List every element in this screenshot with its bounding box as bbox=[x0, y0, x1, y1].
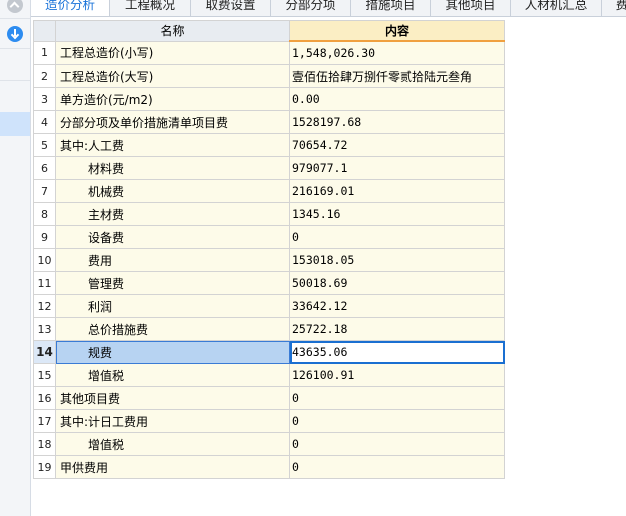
sidebar-divider bbox=[0, 80, 30, 81]
row-number[interactable]: 11 bbox=[33, 271, 56, 295]
name-cell[interactable]: 规费 bbox=[55, 340, 290, 364]
table-row[interactable]: 1 工程总造价(小写) 1,548,026.30 bbox=[33, 40, 505, 65]
row-number[interactable]: 9 bbox=[33, 225, 56, 249]
row-number[interactable]: 4 bbox=[33, 110, 56, 134]
table-row[interactable]: 3 单方造价(元/m2) 0.00 bbox=[33, 87, 505, 111]
content-cell[interactable]: 1,548,026.30 bbox=[289, 40, 505, 65]
content-cell[interactable]: 25722.18 bbox=[289, 317, 505, 341]
name-cell[interactable]: 甲供费用 bbox=[55, 455, 290, 479]
name-cell[interactable]: 材料费 bbox=[55, 156, 290, 180]
table-row[interactable]: 4 分部分项及单价措施清单项目费 1528197.68 bbox=[33, 110, 505, 134]
name-cell[interactable]: 工程总造价(大写) bbox=[55, 64, 290, 88]
content-cell[interactable]: 70654.72 bbox=[289, 133, 505, 157]
table-row[interactable]: 5 其中:人工费 70654.72 bbox=[33, 133, 505, 157]
row-number[interactable]: 8 bbox=[33, 202, 56, 226]
tab-fee-settings[interactable]: 取费设置 bbox=[191, 0, 271, 16]
content-cell[interactable]: 153018.05 bbox=[289, 248, 505, 272]
name-cell[interactable]: 其中:计日工费用 bbox=[55, 409, 290, 433]
row-number[interactable]: 1 bbox=[33, 40, 56, 65]
row-number[interactable]: 14 bbox=[33, 340, 56, 364]
tab-project-overview[interactable]: 工程概况 bbox=[110, 0, 191, 16]
table-row[interactable]: 13 总价措施费 25722.18 bbox=[33, 317, 505, 341]
name-cell[interactable]: 总价措施费 bbox=[55, 317, 290, 341]
left-sidebar bbox=[0, 0, 31, 516]
name-cell[interactable]: 其他项目费 bbox=[55, 386, 290, 410]
row-number[interactable]: 17 bbox=[33, 409, 56, 433]
name-cell[interactable]: 增值税 bbox=[55, 363, 290, 387]
download-icon[interactable] bbox=[7, 26, 23, 42]
name-cell[interactable]: 工程总造价(小写) bbox=[55, 40, 290, 65]
row-number[interactable]: 7 bbox=[33, 179, 56, 203]
table-row[interactable]: 6 材料费 979077.1 bbox=[33, 156, 505, 180]
row-number[interactable]: 12 bbox=[33, 294, 56, 318]
table-row[interactable]: 19 甲供费用 0 bbox=[33, 455, 505, 479]
table-row[interactable]: 14 规费 43635.06 bbox=[33, 340, 505, 364]
content-cell[interactable]: 1528197.68 bbox=[289, 110, 505, 134]
row-number[interactable]: 18 bbox=[33, 432, 56, 456]
name-cell[interactable]: 利润 bbox=[55, 294, 290, 318]
row-number[interactable]: 2 bbox=[33, 64, 56, 88]
table-row[interactable]: 15 增值税 126100.91 bbox=[33, 363, 505, 387]
content-cell[interactable]: 0 bbox=[289, 432, 505, 456]
content-cell[interactable]: 216169.01 bbox=[289, 179, 505, 203]
content-cell[interactable]: 0 bbox=[289, 225, 505, 249]
content-cell[interactable]: 50018.69 bbox=[289, 271, 505, 295]
tab-labor-material-summary[interactable]: 人材机汇总 bbox=[511, 0, 602, 16]
tab-cost-analysis[interactable]: 造价分析 bbox=[31, 0, 110, 16]
row-number[interactable]: 6 bbox=[33, 156, 56, 180]
tab-other-items[interactable]: 其他项目 bbox=[431, 0, 511, 16]
content-cell[interactable]: 0 bbox=[289, 455, 505, 479]
name-cell[interactable]: 其中:人工费 bbox=[55, 133, 290, 157]
content-cell[interactable]: 0 bbox=[289, 409, 505, 433]
table-row[interactable]: 9 设备费 0 bbox=[33, 225, 505, 249]
tab-bar: 造价分析 工程概况 取费设置 分部分项 措施项目 其他项目 人材机汇总 费 bbox=[31, 0, 626, 17]
name-cell[interactable]: 设备费 bbox=[55, 225, 290, 249]
tab-sub-items[interactable]: 分部分项 bbox=[271, 0, 351, 16]
table-row[interactable]: 17 其中:计日工费用 0 bbox=[33, 409, 505, 433]
name-cell[interactable]: 机械费 bbox=[55, 179, 290, 203]
table-row[interactable]: 10 费用 153018.05 bbox=[33, 248, 505, 272]
content-cell[interactable]: 126100.91 bbox=[289, 363, 505, 387]
name-cell[interactable]: 增值税 bbox=[55, 432, 290, 456]
content-cell[interactable]: 33642.12 bbox=[289, 294, 505, 318]
content-cell[interactable]: 1345.16 bbox=[289, 202, 505, 226]
row-number-header bbox=[33, 20, 56, 42]
row-number[interactable]: 10 bbox=[33, 248, 56, 272]
content-cell[interactable]: 43635.06 bbox=[289, 340, 505, 364]
row-number[interactable]: 5 bbox=[33, 133, 56, 157]
name-cell[interactable]: 分部分项及单价措施清单项目费 bbox=[55, 110, 290, 134]
name-cell[interactable]: 单方造价(元/m2) bbox=[55, 87, 290, 111]
name-column-header[interactable]: 名称 bbox=[55, 20, 290, 42]
content-cell[interactable]: 0 bbox=[289, 386, 505, 410]
sidebar-divider bbox=[0, 18, 30, 19]
content-cell[interactable]: 979077.1 bbox=[289, 156, 505, 180]
table-row[interactable]: 12 利润 33642.12 bbox=[33, 294, 505, 318]
name-cell[interactable]: 主材费 bbox=[55, 202, 290, 226]
row-number[interactable]: 13 bbox=[33, 317, 56, 341]
cost-analysis-table: 名称 内容 1 工程总造价(小写) 1,548,026.30 2 工程总造价(大写) 壹佰… bbox=[33, 20, 505, 479]
sidebar-item-active[interactable] bbox=[0, 112, 30, 136]
row-number[interactable]: 3 bbox=[33, 87, 56, 111]
row-number[interactable]: 15 bbox=[33, 363, 56, 387]
table-row[interactable]: 18 增值税 0 bbox=[33, 432, 505, 456]
table-row[interactable]: 11 管理费 50018.69 bbox=[33, 271, 505, 295]
content-column-header[interactable]: 内容 bbox=[289, 20, 505, 42]
sidebar-divider bbox=[0, 48, 30, 49]
row-number[interactable]: 19 bbox=[33, 455, 56, 479]
tab-fees-truncated[interactable]: 费 bbox=[602, 0, 626, 16]
tab-measure-items[interactable]: 措施项目 bbox=[351, 0, 431, 16]
table-row[interactable]: 8 主材费 1345.16 bbox=[33, 202, 505, 226]
table-row[interactable]: 7 机械费 216169.01 bbox=[33, 179, 505, 203]
table-row[interactable]: 2 工程总造价(大写) 壹佰伍拾肆万捌仟零贰拾陆元叁角 bbox=[33, 64, 505, 88]
name-cell[interactable]: 费用 bbox=[55, 248, 290, 272]
collapse-up-icon[interactable] bbox=[7, 0, 23, 13]
content-cell[interactable]: 壹佰伍拾肆万捌仟零贰拾陆元叁角 bbox=[289, 64, 505, 88]
content-cell[interactable]: 0.00 bbox=[289, 87, 505, 111]
table-row[interactable]: 16 其他项目费 0 bbox=[33, 386, 505, 410]
name-cell[interactable]: 管理费 bbox=[55, 271, 290, 295]
row-number[interactable]: 16 bbox=[33, 386, 56, 410]
